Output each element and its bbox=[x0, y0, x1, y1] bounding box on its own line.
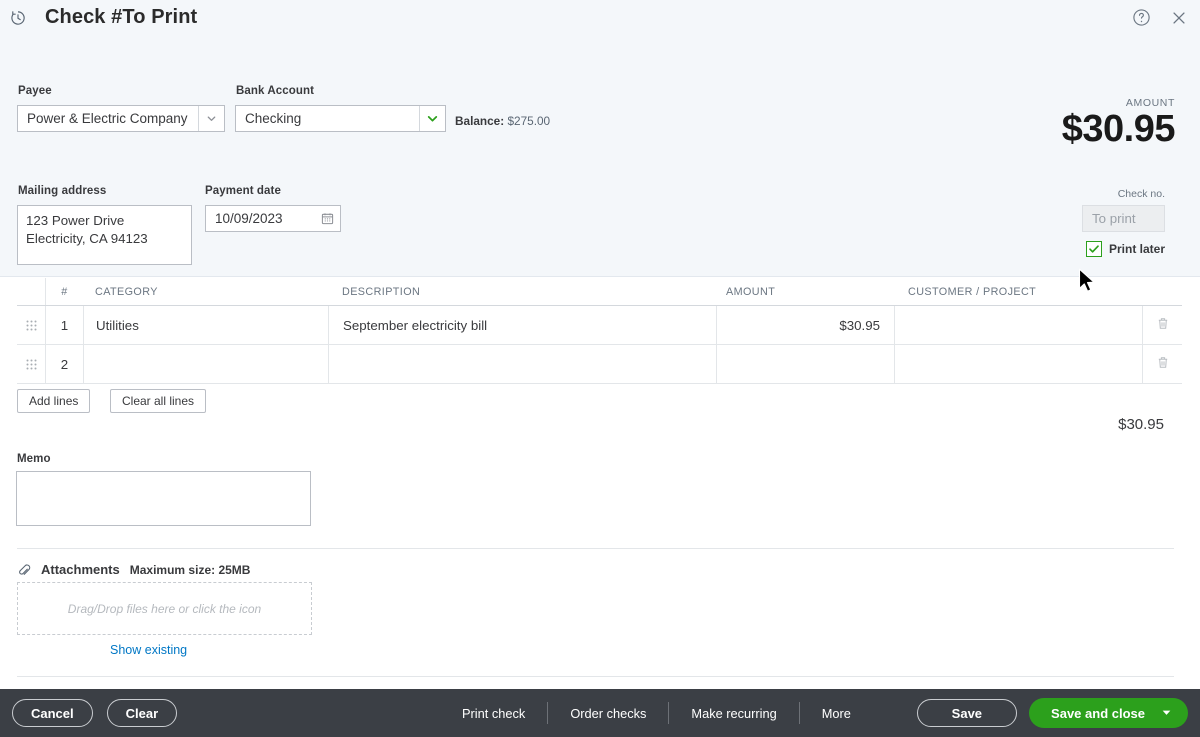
order-checks-link[interactable]: Order checks bbox=[548, 706, 668, 721]
chevron-down-icon[interactable] bbox=[419, 106, 445, 131]
bank-account-input[interactable]: Checking bbox=[235, 105, 446, 132]
mailing-address-line1: 123 Power Drive bbox=[26, 212, 183, 230]
payee-value: Power & Electric Company bbox=[18, 111, 198, 126]
save-and-close-button[interactable]: Save and close bbox=[1029, 698, 1188, 728]
make-recurring-link[interactable]: Make recurring bbox=[669, 706, 798, 721]
column-header-description: DESCRIPTION bbox=[328, 278, 716, 305]
memo-input[interactable] bbox=[16, 471, 311, 526]
row-number: 1 bbox=[45, 306, 83, 344]
attachments-label: Attachments bbox=[41, 562, 120, 577]
window-header: Check #To Print bbox=[0, 0, 1200, 35]
line-items-table: # CATEGORY DESCRIPTION AMOUNT CUSTOMER /… bbox=[17, 278, 1182, 384]
footer-primary-actions: Save Save and close bbox=[917, 698, 1188, 728]
attachments-max-size: Maximum size: 25MB bbox=[130, 563, 251, 577]
trash-icon[interactable] bbox=[1157, 356, 1169, 372]
header-trash-spacer bbox=[1142, 278, 1182, 305]
bank-account-label: Bank Account bbox=[236, 85, 314, 97]
total-amount: $30.95 bbox=[1118, 416, 1164, 433]
row-delete-button[interactable] bbox=[1142, 345, 1182, 383]
payee-label: Payee bbox=[18, 85, 52, 97]
save-and-close-label: Save and close bbox=[1051, 706, 1145, 721]
mailing-address-label: Mailing address bbox=[18, 185, 106, 197]
more-link[interactable]: More bbox=[800, 706, 873, 721]
drag-handle-icon[interactable] bbox=[26, 359, 37, 370]
table-row[interactable]: 2 bbox=[17, 345, 1182, 384]
balance-value: $275.00 bbox=[507, 114, 550, 128]
print-later-row[interactable]: Print later bbox=[1086, 241, 1165, 257]
section-divider bbox=[17, 676, 1174, 677]
payment-date-value: 10/09/2023 bbox=[206, 211, 314, 226]
row-amount[interactable]: $30.95 bbox=[716, 306, 894, 344]
clear-all-lines-button[interactable]: Clear all lines bbox=[110, 389, 206, 413]
payment-date-input[interactable]: 10/09/2023 bbox=[205, 205, 341, 232]
column-header-customer-project: CUSTOMER / PROJECT bbox=[894, 278, 1142, 305]
chevron-down-icon[interactable] bbox=[198, 106, 224, 131]
close-x-icon[interactable] bbox=[1168, 7, 1190, 29]
column-header-amount: AMOUNT bbox=[716, 278, 894, 305]
row-drag-handle[interactable] bbox=[17, 306, 45, 344]
row-category[interactable]: Utilities bbox=[83, 306, 328, 344]
bank-balance: Balance: $275.00 bbox=[455, 114, 550, 128]
help-circle-icon[interactable] bbox=[1130, 7, 1152, 29]
bank-account-value: Checking bbox=[236, 111, 419, 126]
print-later-label: Print later bbox=[1109, 242, 1165, 256]
footer-links: Print check Order checks Make recurring … bbox=[440, 702, 873, 724]
row-customer-project[interactable] bbox=[894, 345, 1142, 383]
caret-down-icon[interactable] bbox=[1161, 706, 1172, 721]
attachment-dropzone[interactable]: Drag/Drop files here or click the icon bbox=[17, 582, 312, 635]
show-existing-link[interactable]: Show existing bbox=[110, 643, 187, 657]
header-actions bbox=[1130, 0, 1190, 35]
table-header-row: # CATEGORY DESCRIPTION AMOUNT CUSTOMER /… bbox=[17, 278, 1182, 306]
row-number: 2 bbox=[45, 345, 83, 383]
mailing-address-line2: Electricity, CA 94123 bbox=[26, 230, 183, 248]
clear-button[interactable]: Clear bbox=[107, 699, 178, 727]
check-form-panel: Payee Power & Electric Company Bank Acco… bbox=[0, 35, 1200, 277]
trash-icon[interactable] bbox=[1157, 317, 1169, 333]
section-divider bbox=[17, 548, 1174, 549]
print-check-link[interactable]: Print check bbox=[440, 706, 547, 721]
mailing-address-input[interactable]: 123 Power Drive Electricity, CA 94123 bbox=[17, 205, 192, 265]
row-delete-button[interactable] bbox=[1142, 306, 1182, 344]
column-header-category: CATEGORY bbox=[83, 278, 328, 305]
row-description[interactable]: September electricity bill bbox=[328, 306, 716, 344]
check-no-input[interactable]: To print bbox=[1082, 205, 1165, 232]
cancel-button[interactable]: Cancel bbox=[12, 699, 93, 727]
amount-display: AMOUNT $30.95 bbox=[1062, 97, 1175, 149]
page-title: Check #To Print bbox=[45, 6, 197, 29]
header-grip-spacer bbox=[17, 278, 45, 305]
save-button[interactable]: Save bbox=[917, 699, 1017, 727]
print-later-checkbox[interactable] bbox=[1086, 241, 1102, 257]
memo-label: Memo bbox=[17, 453, 51, 465]
row-category[interactable] bbox=[83, 345, 328, 383]
column-header-number: # bbox=[45, 278, 83, 305]
table-row[interactable]: 1 Utilities September electricity bill $… bbox=[17, 306, 1182, 345]
attachments-header: Attachments Maximum size: 25MB bbox=[18, 562, 250, 577]
check-entry-window: Check #To Print Payee Power & Electric C… bbox=[0, 0, 1200, 737]
history-clock-icon[interactable] bbox=[7, 7, 29, 29]
drag-handle-icon[interactable] bbox=[26, 320, 37, 331]
row-description[interactable] bbox=[328, 345, 716, 383]
row-drag-handle[interactable] bbox=[17, 345, 45, 383]
footer-toolbar: Cancel Clear Print check Order checks Ma… bbox=[0, 689, 1200, 737]
check-no-value: To print bbox=[1092, 211, 1136, 226]
amount-value: $30.95 bbox=[1062, 109, 1175, 149]
add-lines-button[interactable]: Add lines bbox=[17, 389, 90, 413]
row-amount[interactable] bbox=[716, 345, 894, 383]
payee-input[interactable]: Power & Electric Company bbox=[17, 105, 225, 132]
calendar-icon[interactable] bbox=[314, 206, 340, 231]
dropzone-text: Drag/Drop files here or click the icon bbox=[68, 602, 261, 616]
row-customer-project[interactable] bbox=[894, 306, 1142, 344]
payment-date-label: Payment date bbox=[205, 185, 281, 197]
paperclip-icon bbox=[18, 563, 31, 577]
check-no-label: Check no. bbox=[1118, 188, 1165, 200]
balance-label: Balance: bbox=[455, 114, 504, 128]
